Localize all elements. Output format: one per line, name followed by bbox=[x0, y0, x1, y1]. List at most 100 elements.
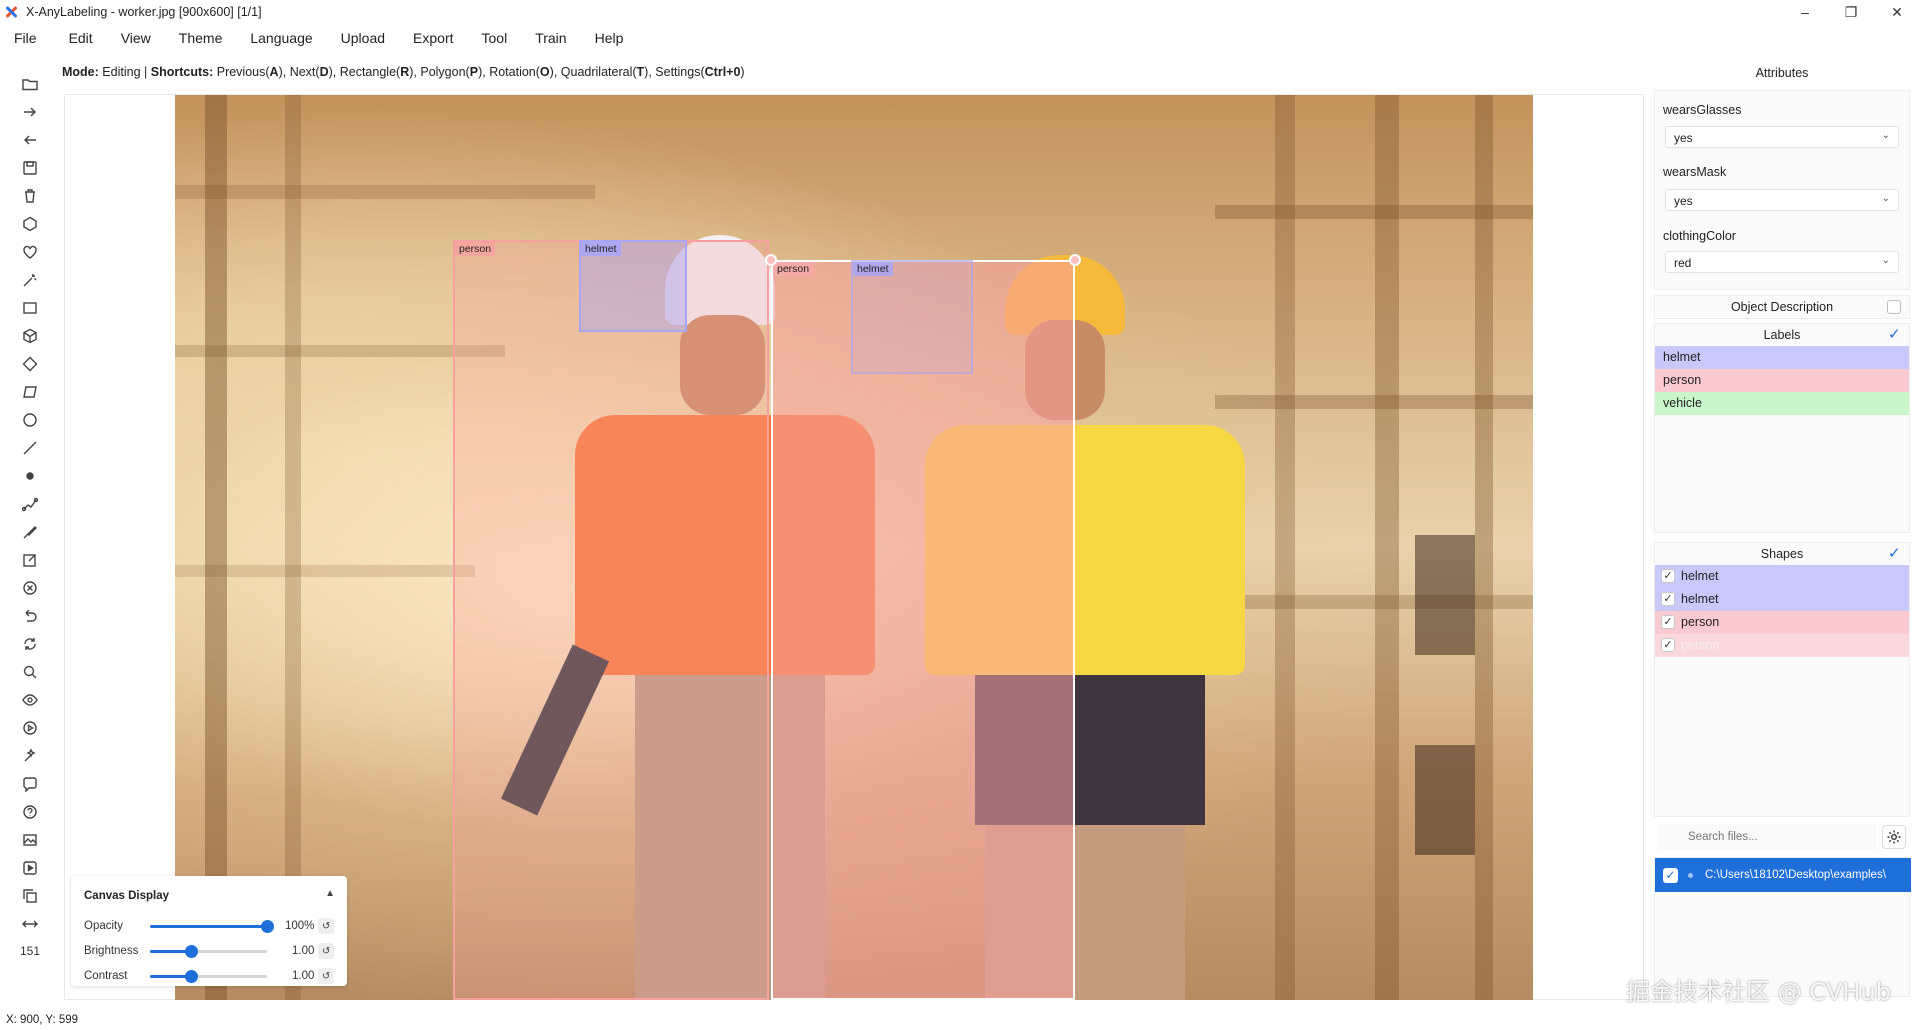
shortcuts-label: Shortcuts: bbox=[150, 65, 214, 79]
slider-knob[interactable] bbox=[185, 970, 199, 983]
bbox-helmet-2[interactable]: helmet bbox=[851, 260, 973, 374]
point-tool-button[interactable] bbox=[17, 462, 43, 490]
file-list-item[interactable]: ✓ C:\Users\18102\Desktop\examples\ bbox=[1655, 858, 1911, 892]
menu-tool[interactable]: Tool bbox=[472, 26, 518, 50]
brightness-slider[interactable] bbox=[150, 944, 268, 958]
rotation-tool-button[interactable] bbox=[17, 350, 43, 378]
reset-icon[interactable]: ↺ bbox=[318, 968, 334, 984]
menu-help[interactable]: Help bbox=[585, 26, 634, 50]
labels-checkbox[interactable] bbox=[1887, 324, 1901, 346]
bbox-label: helmet bbox=[581, 242, 621, 256]
shape-checkbox[interactable]: ✓ bbox=[1661, 615, 1675, 629]
wearsmask-select[interactable]: yes ⌄ bbox=[1665, 189, 1899, 211]
image-tool-button[interactable] bbox=[17, 826, 43, 854]
bbox-vertex-handle[interactable] bbox=[765, 254, 777, 266]
menu-file[interactable]: File bbox=[0, 26, 51, 50]
settings-button[interactable] bbox=[1882, 825, 1906, 849]
delete-shape-tool-button[interactable] bbox=[17, 574, 43, 602]
menu-upload[interactable]: Upload bbox=[331, 26, 395, 50]
label-item-vehicle[interactable]: vehicle bbox=[1655, 392, 1909, 415]
play-tool-button[interactable] bbox=[17, 714, 43, 742]
video-tool-button[interactable] bbox=[17, 854, 43, 882]
shortcut-key: P bbox=[469, 65, 479, 79]
file-checkbox[interactable]: ✓ bbox=[1663, 868, 1678, 883]
collapse-caret-icon[interactable]: ▲ bbox=[325, 888, 335, 899]
menu-bar: File Edit View Theme Language Upload Exp… bbox=[0, 26, 633, 50]
minimize-button[interactable]: – bbox=[1782, 0, 1828, 24]
menu-view[interactable]: View bbox=[111, 26, 161, 50]
shortcut-item: , Rectangle(R) bbox=[332, 65, 414, 79]
open-folder-tool-button[interactable] bbox=[17, 70, 43, 98]
menu-edit[interactable]: Edit bbox=[59, 26, 103, 50]
prev-image-tool-button[interactable] bbox=[17, 126, 43, 154]
polygon-tool-button[interactable] bbox=[17, 210, 43, 238]
circle-tool-button[interactable] bbox=[17, 406, 43, 434]
menu-export[interactable]: Export bbox=[403, 26, 463, 50]
wearsglasses-select[interactable]: yes ⌄ bbox=[1665, 126, 1899, 148]
rectangle-tool-button[interactable] bbox=[17, 294, 43, 322]
shape-item[interactable]: ✓ person bbox=[1655, 634, 1909, 657]
window-controls: – ❐ ✕ bbox=[1782, 0, 1920, 24]
zoom-tool-button[interactable] bbox=[17, 658, 43, 686]
shortcuts-list: Previous(A), Next(D), Rectangle(R), Poly… bbox=[217, 65, 745, 79]
slider-knob[interactable] bbox=[261, 920, 275, 933]
heart-tool-button[interactable] bbox=[17, 238, 43, 266]
shape-checkbox[interactable]: ✓ bbox=[1661, 592, 1675, 606]
edit-icon bbox=[23, 554, 36, 567]
shortcut-key: A bbox=[269, 65, 279, 79]
label-item-helmet[interactable]: helmet bbox=[1655, 346, 1909, 369]
circle-icon bbox=[23, 413, 37, 427]
menu-train[interactable]: Train bbox=[525, 26, 576, 50]
undo-tool-button[interactable] bbox=[17, 602, 43, 630]
opacity-slider[interactable] bbox=[150, 919, 275, 933]
cube-tool-button[interactable] bbox=[17, 322, 43, 350]
help-tool-button[interactable] bbox=[17, 798, 43, 826]
attr-label-wearsmask: wearsMask bbox=[1663, 165, 1727, 179]
shape-checkbox[interactable]: ✓ bbox=[1661, 638, 1675, 652]
shape-item[interactable]: ✓ helmet bbox=[1655, 565, 1909, 588]
restore-button[interactable]: ❐ bbox=[1828, 0, 1874, 24]
canvas-area[interactable]: person helmet person helmet bbox=[64, 94, 1644, 1000]
magic-wand-tool-button[interactable] bbox=[17, 266, 43, 294]
copy-tool-button[interactable] bbox=[17, 882, 43, 910]
menu-language[interactable]: Language bbox=[240, 26, 322, 50]
reset-icon[interactable]: ↺ bbox=[318, 918, 334, 934]
object-description-header: Object Description bbox=[1655, 296, 1909, 318]
fit-width-tool-button[interactable] bbox=[17, 910, 43, 938]
clothingcolor-select[interactable]: red ⌄ bbox=[1665, 251, 1899, 273]
slider-label: Contrast bbox=[84, 970, 128, 982]
redo-tool-button[interactable] bbox=[17, 630, 43, 658]
visibility-tool-button[interactable] bbox=[17, 686, 43, 714]
shortcut-item: , Rotation(O) bbox=[482, 65, 554, 79]
label-item-person[interactable]: person bbox=[1655, 369, 1909, 392]
shape-item[interactable]: ✓ person bbox=[1655, 611, 1909, 634]
rotation-icon bbox=[22, 356, 38, 372]
copy-icon bbox=[23, 889, 37, 903]
edit-tool-button[interactable] bbox=[17, 546, 43, 574]
search-files-input[interactable] bbox=[1658, 824, 1876, 850]
bbox-person-1[interactable]: person bbox=[453, 240, 769, 1000]
slider-knob[interactable] bbox=[185, 945, 199, 958]
next-image-tool-button[interactable] bbox=[17, 98, 43, 126]
reset-icon[interactable]: ↺ bbox=[318, 943, 334, 959]
shape-item[interactable]: ✓ helmet bbox=[1655, 588, 1909, 611]
object-description-checkbox[interactable] bbox=[1887, 300, 1901, 314]
auto-label-tool-button[interactable] bbox=[17, 742, 43, 770]
linestrip-tool-button[interactable] bbox=[17, 490, 43, 518]
chat-tool-button[interactable] bbox=[17, 770, 43, 798]
close-button[interactable]: ✕ bbox=[1874, 0, 1920, 24]
shape-checkbox[interactable]: ✓ bbox=[1661, 569, 1675, 583]
shapes-checkbox[interactable] bbox=[1887, 543, 1901, 565]
contrast-slider[interactable] bbox=[150, 969, 268, 983]
bbox-helmet-1[interactable]: helmet bbox=[579, 240, 687, 332]
save-tool-button[interactable] bbox=[17, 154, 43, 182]
line-tool-button[interactable] bbox=[17, 434, 43, 462]
brush-tool-button[interactable] bbox=[17, 518, 43, 546]
visibility-icon bbox=[22, 694, 38, 706]
delete-tool-button[interactable] bbox=[17, 182, 43, 210]
bbox-vertex-handle[interactable] bbox=[1069, 254, 1081, 266]
quadrilateral-tool-button[interactable] bbox=[17, 378, 43, 406]
video-icon bbox=[23, 861, 37, 875]
menu-theme[interactable]: Theme bbox=[169, 26, 233, 50]
shapes-title: Shapes bbox=[1760, 547, 1804, 561]
